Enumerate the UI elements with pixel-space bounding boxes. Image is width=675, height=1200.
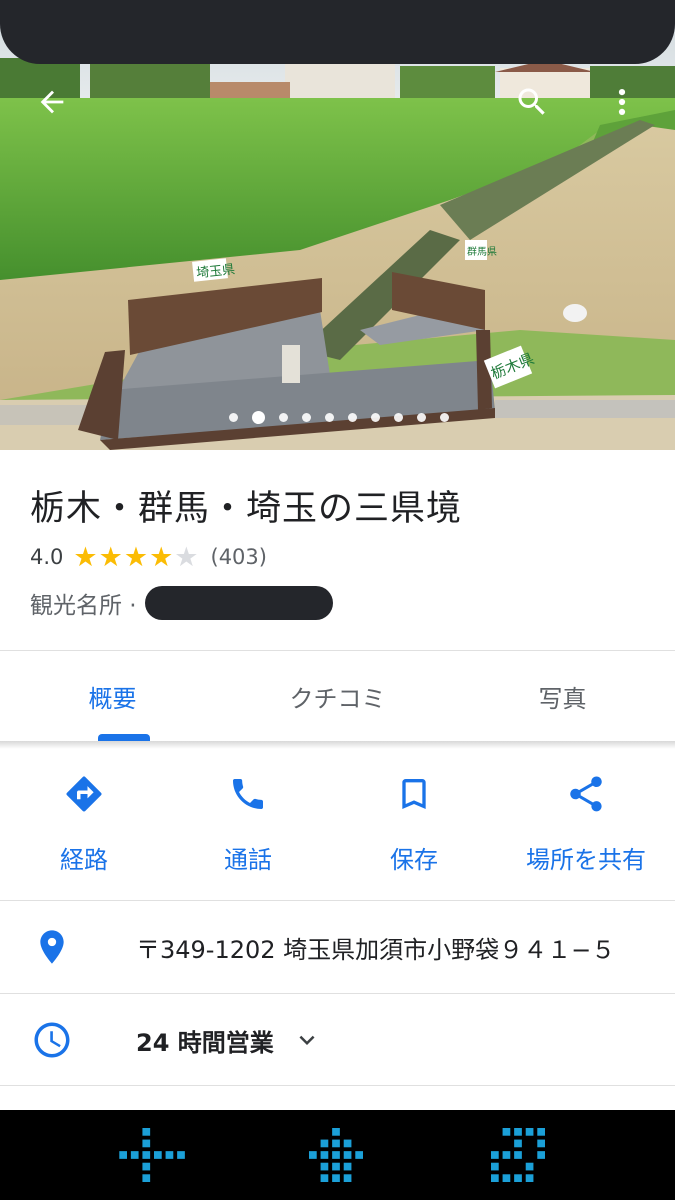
tab-bar-shadow (0, 741, 675, 749)
star-full-icon: ★ (123, 541, 149, 573)
pager-dot (324, 412, 334, 422)
back-button[interactable] (30, 80, 74, 124)
address-text: 〒349-1202 埼玉県加須市小野袋９４１−５ (136, 935, 616, 964)
divider (0, 1085, 675, 1086)
directions-button[interactable]: 経路 (0, 760, 168, 890)
star-empty-icon: ★ (174, 541, 199, 573)
place-photo[interactable]: 埼玉県 群馬県 栃木県 (0, 0, 675, 450)
more-vert-icon (618, 88, 626, 116)
address-row[interactable]: 〒349-1202 埼玉県加須市小野袋９４１−５ (0, 902, 675, 992)
redacted-block (144, 586, 333, 620)
action-bar: 経路 通話 保存 場所を共有 (0, 760, 675, 890)
call-button[interactable]: 通話 (164, 760, 332, 890)
pager-dot (228, 412, 238, 422)
rating-value: 4.0 (30, 545, 64, 569)
pager-dot-active (251, 410, 265, 424)
pager-dot (439, 412, 449, 422)
place-category: 観光名所 · (30, 593, 137, 619)
hours-row[interactable]: 24 時間営業 (0, 995, 675, 1085)
back-arrow-icon (40, 90, 64, 114)
place-photo-image: 埼玉県 群馬県 栃木県 (0, 0, 675, 450)
pager-dot (370, 412, 380, 422)
more-options-button[interactable] (600, 80, 644, 124)
pager-dot (301, 412, 311, 422)
star-full-icon: ★ (73, 541, 98, 573)
tab-reviews[interactable]: クチコミ (225, 651, 450, 741)
directions-icon (62, 772, 106, 816)
save-button[interactable]: 保存 (330, 760, 498, 890)
svg-text:群馬県: 群馬県 (467, 245, 497, 258)
review-count: (403) (210, 545, 267, 569)
divider (0, 993, 675, 994)
hours-text-wrap: 24 時間営業 (136, 1023, 322, 1058)
hours-text: 24 時間営業 (136, 1028, 274, 1057)
rating-row[interactable]: 4.0 ★ ★ ★ ★ ★ (403) (30, 540, 267, 574)
rating-stars: ★ ★ ★ ★ ★ (73, 544, 198, 571)
bookmark-icon (392, 772, 436, 816)
clock-icon (30, 1018, 74, 1062)
chevron-down-icon[interactable] (292, 1025, 322, 1055)
star-full-icon: ★ (149, 541, 174, 573)
place-title: 栃木・群馬・埼玉の三県境 (30, 489, 463, 529)
nav-back-icon[interactable] (118, 1128, 190, 1182)
share-label: 場所を共有 (526, 846, 646, 874)
pager-dot (278, 412, 288, 422)
active-tab-indicator (98, 734, 150, 741)
share-icon (564, 772, 608, 816)
pager-dot (393, 412, 403, 422)
search-button[interactable] (510, 80, 554, 124)
phone-icon (226, 772, 270, 816)
tab-overview[interactable]: 概要 (0, 651, 225, 741)
call-label: 通話 (224, 846, 272, 874)
directions-label: 経路 (60, 846, 108, 874)
pager-dot (416, 412, 426, 422)
status-bar-notch (0, 0, 675, 64)
location-pin-icon (30, 925, 74, 969)
star-full-icon: ★ (98, 541, 123, 573)
tab-bar: 概要 クチコミ 写真 (0, 651, 675, 741)
search-icon (518, 88, 545, 115)
nav-home-icon[interactable] (300, 1128, 372, 1182)
photo-pager-dots (0, 410, 675, 424)
save-label: 保存 (390, 846, 438, 874)
system-nav-bar (0, 1110, 675, 1200)
pager-dot (347, 412, 357, 422)
share-button[interactable]: 場所を共有 (502, 760, 670, 890)
category-row: 観光名所 · (30, 585, 333, 621)
divider (0, 900, 675, 901)
nav-recents-icon[interactable] (482, 1128, 554, 1182)
tab-photos[interactable]: 写真 (450, 651, 675, 741)
